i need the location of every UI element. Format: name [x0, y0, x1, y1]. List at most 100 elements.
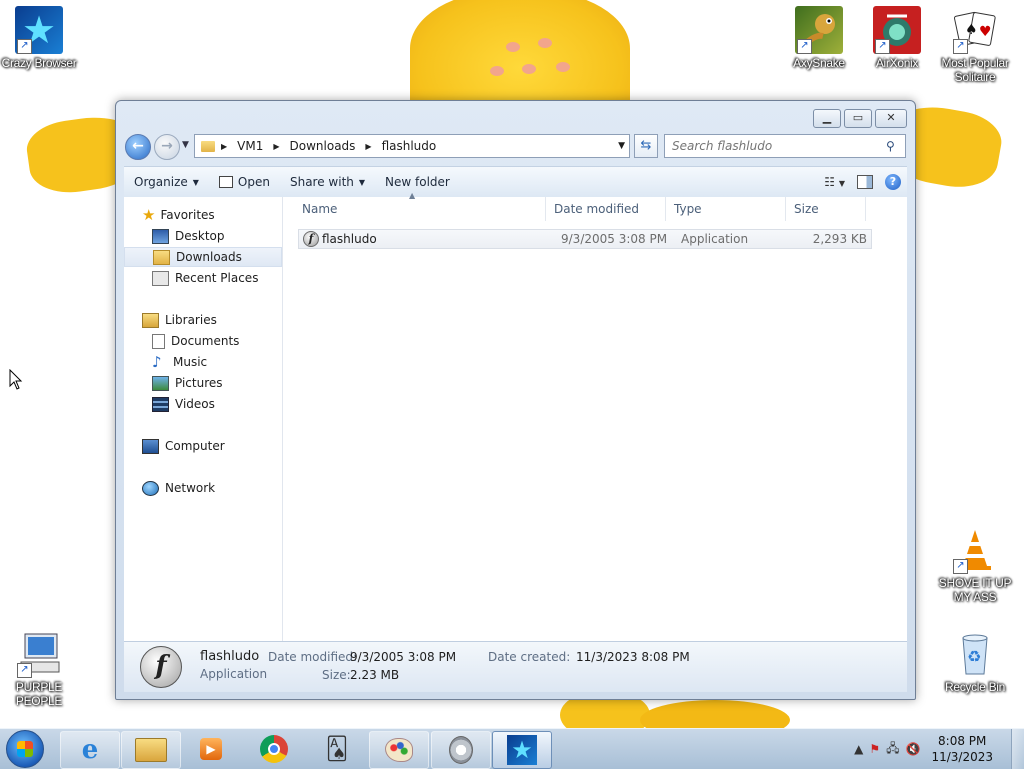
nav-network[interactable]: Network	[124, 478, 300, 498]
address-history-dropdown[interactable]: ▼	[618, 141, 625, 151]
forward-button[interactable]: →	[154, 134, 180, 160]
shortcut-arrow-icon: ↗	[797, 39, 812, 54]
explorer-body: ★ Favorites Desktop Downloads Recent Pla…	[124, 191, 907, 641]
column-header-date-modified[interactable]: Date modified	[546, 197, 666, 221]
network-status-icon[interactable]: 🖧	[886, 739, 899, 760]
column-header-size[interactable]: Size	[786, 197, 866, 221]
preview-pane-icon[interactable]	[857, 175, 873, 189]
chevron-right-icon[interactable]: ▶	[273, 142, 279, 151]
explorer-window[interactable]: ▁ ▭ ✕ ← → ▼ ▶ VM1 ▶ Downloads ▶ flashlud…	[115, 100, 916, 700]
breadcrumb-vm1[interactable]: VM1	[237, 139, 263, 153]
start-button[interactable]	[6, 730, 44, 768]
star-icon: ★	[142, 206, 156, 224]
chevron-right-icon[interactable]: ▶	[365, 142, 371, 151]
column-header-type[interactable]: Type	[666, 197, 786, 221]
desktop-icon-airxonix[interactable]: ↗ AirXonix	[858, 6, 936, 70]
chevron-down-icon: ▼	[192, 177, 199, 187]
desktop-icon-label: Recycle Bin	[944, 680, 1006, 694]
share-with-button[interactable]: Share with ▼	[280, 167, 375, 197]
desktop-icon-axysnake[interactable]: ↗ AxySnake	[780, 6, 858, 70]
desktop-icon-label: AirXonix	[875, 56, 919, 70]
nav-favorites[interactable]: ★ Favorites	[124, 205, 300, 225]
volume-muted-icon[interactable]: 🔇	[906, 742, 921, 756]
desktop-icon-label: SHOVE IT UP MY ASS	[938, 576, 1012, 604]
column-header-name[interactable]: Name	[294, 197, 546, 221]
paint-icon	[385, 738, 413, 762]
action-center-flag-icon[interactable]: ⚑	[869, 742, 880, 756]
open-window-icon	[218, 176, 233, 188]
playing-cards-icon: ♠ ♥ ↗	[951, 6, 999, 54]
desktop-icon-purple-people[interactable]: ↗ PURPLE PEOPLE	[0, 630, 78, 708]
documents-icon	[152, 333, 165, 349]
breadcrumb-downloads[interactable]: Downloads	[290, 139, 356, 153]
shortcut-arrow-icon: ↗	[875, 39, 890, 54]
taskbar-internet-explorer[interactable]: e	[60, 731, 120, 769]
file-size: 2,293 KB	[812, 232, 867, 246]
recycle-bin-icon: ♻	[951, 630, 999, 678]
chevron-down-icon: ▼	[358, 177, 366, 187]
nav-downloads[interactable]: Downloads	[124, 247, 282, 267]
taskbar-media-player[interactable]: ▶	[182, 731, 240, 767]
desktop-icon	[152, 228, 169, 244]
folder-icon	[201, 140, 215, 152]
nav-libraries[interactable]: Libraries	[124, 310, 300, 330]
recent-pages-dropdown[interactable]: ▼	[182, 140, 189, 150]
nav-recent-places[interactable]: Recent Places	[124, 268, 310, 288]
back-button[interactable]: ←	[125, 134, 151, 160]
taskbar-chrome[interactable]	[245, 731, 303, 767]
maximize-button[interactable]: ▭	[844, 109, 872, 128]
desktop-icon-recycle-bin[interactable]: ♻ Recycle Bin	[936, 630, 1014, 694]
share-with-label: Share with	[289, 175, 354, 189]
help-icon[interactable]: ?	[885, 174, 901, 190]
clock-date: 11/3/2023	[931, 750, 993, 764]
show-hidden-icons-icon[interactable]: ▲	[854, 742, 863, 756]
desktop-icon-crazy-browser[interactable]: ★ ↗ Crazy Browser	[0, 6, 78, 70]
taskbar-speaker-app[interactable]	[431, 731, 491, 769]
svg-text:♻: ♻	[967, 647, 981, 666]
search-input[interactable]	[665, 138, 884, 154]
clock-time: 8:08 PM	[938, 734, 987, 748]
nav-documents[interactable]: Documents	[124, 331, 310, 351]
details-pane: f flashludo Application Date modified: 9…	[124, 641, 907, 692]
chevron-right-icon[interactable]: ▶	[221, 142, 227, 151]
refresh-button[interactable]: ⇆	[634, 134, 658, 158]
computer-icon	[142, 438, 159, 454]
details-date-created-label: Date created:	[488, 650, 571, 664]
open-button[interactable]: Open	[209, 167, 280, 197]
speaker-app-icon	[449, 736, 473, 764]
film-strip-icon	[152, 396, 169, 412]
search-icon[interactable]: ⚲	[886, 139, 895, 153]
file-row-flashludo[interactable]: f flashludo 9/3/2005 3:08 PM Application…	[298, 229, 872, 249]
nav-videos[interactable]: Videos	[124, 394, 310, 414]
vlc-cone-icon: ↗	[951, 526, 999, 574]
desktop-icon-most-popular-solitaire[interactable]: ♠ ♥ ↗ Most Popular Solitaire	[936, 6, 1014, 84]
taskbar-solitaire[interactable]: 🂡	[308, 731, 366, 767]
pictures-icon	[152, 375, 169, 391]
nav-music[interactable]: ♪ Music	[124, 352, 310, 372]
file-name: flashludo	[322, 232, 377, 246]
desktop-icon-vlc-shortcut[interactable]: ↗ SHOVE IT UP MY ASS	[936, 526, 1014, 604]
nav-label: Videos	[175, 397, 215, 411]
show-desktop-button[interactable]	[1011, 729, 1024, 769]
search-box[interactable]: ⚲	[664, 134, 906, 158]
breadcrumb-flashludo[interactable]: flashludo	[382, 139, 437, 153]
nav-pictures[interactable]: Pictures	[124, 373, 310, 393]
details-file-name: flashludo	[200, 649, 260, 664]
details-date-modified: 9/3/2005 3:08 PM	[350, 650, 457, 664]
nav-desktop[interactable]: Desktop	[124, 226, 310, 246]
taskbar-paint[interactable]	[369, 731, 429, 769]
minimize-button[interactable]: ▁	[813, 109, 841, 128]
airxonix-icon: ↗	[873, 6, 921, 54]
taskbar-windows-explorer[interactable]	[121, 731, 181, 769]
close-button[interactable]: ✕	[875, 109, 907, 128]
address-row: ← → ▼ ▶ VM1 ▶ Downloads ▶ flashludo ▼ ⇆ …	[124, 133, 907, 160]
view-options-icon[interactable]: ☷ ▼	[824, 175, 845, 189]
organize-button[interactable]: Organize ▼	[124, 167, 209, 197]
system-clock[interactable]: 8:08 PM 11/3/2023	[931, 733, 993, 765]
computer-keyboard-icon: ↗	[15, 630, 63, 678]
address-bar[interactable]: ▶ VM1 ▶ Downloads ▶ flashludo ▼	[194, 134, 630, 158]
solitaire-icon: 🂡	[325, 736, 349, 762]
nav-computer[interactable]: Computer	[124, 436, 300, 456]
taskbar-crazy-browser[interactable]: ★	[492, 731, 552, 769]
new-folder-button[interactable]: New folder	[375, 167, 460, 197]
